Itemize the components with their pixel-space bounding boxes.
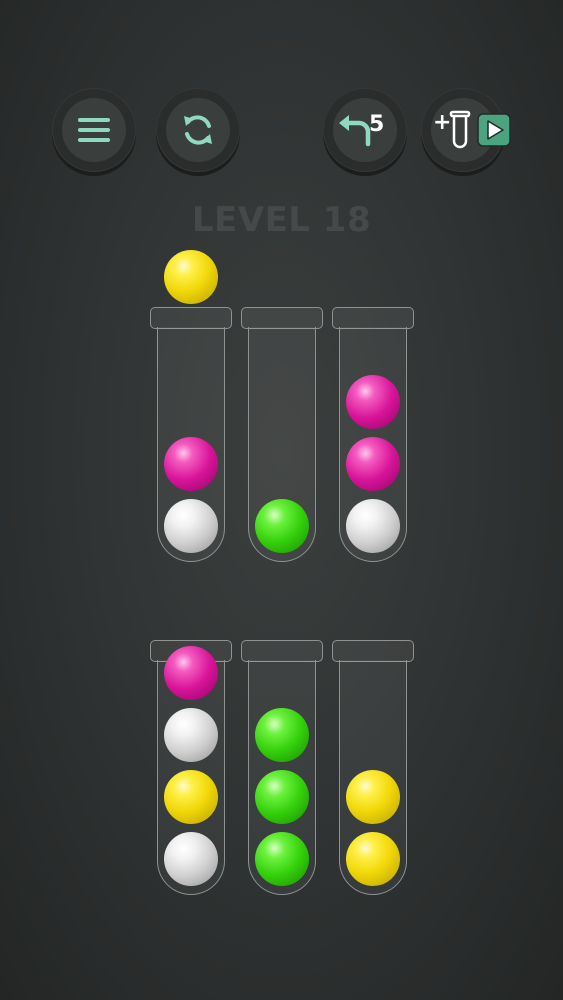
ball-green: [255, 832, 309, 886]
ball-green: [255, 708, 309, 762]
ball-white: [164, 832, 218, 886]
restart-icon: [184, 115, 212, 145]
tube-1[interactable]: [150, 307, 232, 563]
ball-yellow: [164, 770, 218, 824]
tube-lip: [150, 307, 232, 329]
tube-4[interactable]: [150, 640, 232, 896]
tube-lip: [241, 307, 323, 329]
add-tube-icon: [449, 110, 471, 149]
ball-yellow: [346, 832, 400, 886]
ball-white: [346, 499, 400, 553]
ball-pink: [346, 437, 400, 491]
menu-icon: [78, 118, 110, 142]
tube-lip: [241, 640, 323, 662]
ball-white: [164, 499, 218, 553]
undo-count: 5: [369, 112, 385, 137]
ball-green: [255, 499, 309, 553]
tube-lip: [332, 307, 414, 329]
undo-icon: [339, 115, 371, 147]
menu-button[interactable]: [52, 88, 136, 172]
video-ad-icon: [477, 113, 511, 147]
tube-2[interactable]: [241, 307, 323, 563]
tube-5[interactable]: [241, 640, 323, 896]
tube-6[interactable]: [332, 640, 414, 896]
restart-button[interactable]: [156, 88, 240, 172]
lifted-ball: [164, 250, 218, 304]
undo-button[interactable]: 5: [323, 88, 407, 172]
ball-yellow: [346, 770, 400, 824]
tube-3[interactable]: [332, 307, 414, 563]
ball-pink: [346, 375, 400, 429]
ball-white: [164, 708, 218, 762]
level-title: LEVEL 18: [191, 200, 372, 240]
tube-lip: [332, 640, 414, 662]
add-tube-button[interactable]: +: [421, 88, 511, 172]
ball-pink: [164, 646, 218, 700]
ball-pink: [164, 437, 218, 491]
ball-green: [255, 770, 309, 824]
